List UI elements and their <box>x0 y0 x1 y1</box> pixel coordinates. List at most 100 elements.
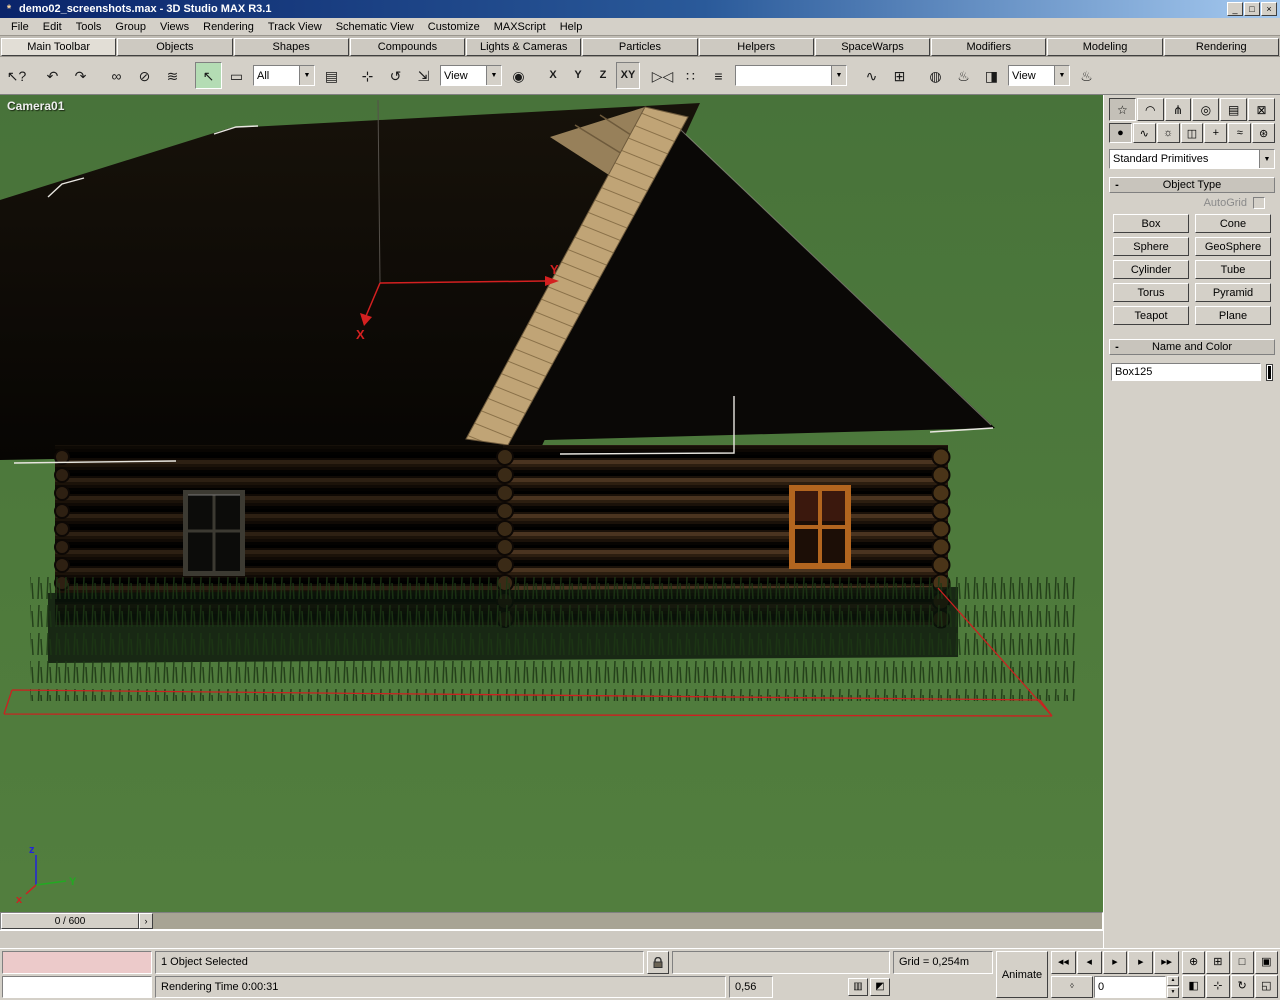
restrict-y-button[interactable]: Y <box>566 62 590 89</box>
align-icon[interactable]: ≡ <box>705 62 732 89</box>
menu-item-maxscript[interactable]: MAXScript <box>487 20 553 34</box>
select-and-move-icon[interactable]: ⊹ <box>354 62 381 89</box>
time-slider-track[interactable] <box>153 913 1102 929</box>
tab-particles[interactable]: Particles <box>582 38 697 56</box>
material-editor-icon[interactable]: ◍ <box>922 62 949 89</box>
menu-item-tools[interactable]: Tools <box>69 20 109 34</box>
time-slider-handle[interactable]: 0 / 600 <box>1 913 139 929</box>
render-view-dropdown[interactable]: View▼ <box>1008 65 1070 86</box>
lights-category-icon[interactable]: ☼ <box>1157 123 1180 143</box>
systems-category-icon[interactable]: ⊛ <box>1252 123 1275 143</box>
dropdown-arrow-icon[interactable]: ▼ <box>831 66 846 85</box>
viewport-label[interactable]: Camera01 <box>7 99 64 113</box>
selection-lock-button[interactable] <box>647 951 669 974</box>
object-name-input[interactable] <box>1111 363 1261 381</box>
degradation-override-toggle[interactable]: ◩ <box>870 978 890 996</box>
primitive-button-teapot[interactable]: Teapot <box>1113 306 1189 325</box>
close-button[interactable]: × <box>1261 2 1277 16</box>
array-icon[interactable]: ∷ <box>677 62 704 89</box>
next-frame-button[interactable]: ▶ <box>1128 951 1153 974</box>
play-button[interactable]: ▶ <box>1103 951 1128 974</box>
display-tab-icon[interactable]: ▤ <box>1220 98 1247 121</box>
tab-modeling[interactable]: Modeling <box>1047 38 1162 56</box>
mini-listener-script-line[interactable] <box>2 976 152 999</box>
menu-item-help[interactable]: Help <box>553 20 590 34</box>
primitive-button-plane[interactable]: Plane <box>1195 306 1271 325</box>
menu-item-edit[interactable]: Edit <box>36 20 69 34</box>
spinner-up-icon[interactable]: ▲ <box>1167 976 1179 987</box>
dropdown-arrow-icon[interactable]: ▼ <box>486 66 501 85</box>
schematic-view-icon[interactable]: ⊞ <box>886 62 913 89</box>
key-mode-toggle[interactable]: ◊ <box>1051 976 1093 999</box>
frame-spinner[interactable]: ▲ ▼ <box>1167 976 1179 999</box>
cameras-category-icon[interactable]: ◫ <box>1181 123 1204 143</box>
help-mode-icon[interactable]: ↖? <box>3 62 30 89</box>
primitive-button-box[interactable]: Box <box>1113 214 1189 233</box>
zoom-extents-button[interactable]: □ <box>1231 951 1254 974</box>
dropdown-arrow-icon[interactable]: ▼ <box>299 66 314 85</box>
primitive-button-cylinder[interactable]: Cylinder <box>1113 260 1189 279</box>
render-last-icon[interactable]: ♨ <box>1073 62 1100 89</box>
mirror-icon[interactable]: ▷◁ <box>649 62 676 89</box>
tab-modifiers[interactable]: Modifiers <box>931 38 1046 56</box>
bind-to-space-warp-icon[interactable]: ≋ <box>159 62 186 89</box>
title-bar[interactable]: * demo02_screenshots.max - 3D Studio MAX… <box>0 0 1280 18</box>
tab-lights-cameras[interactable]: Lights & Cameras <box>466 38 581 56</box>
utilities-tab-icon[interactable]: ⊠ <box>1248 98 1275 121</box>
space-warps-category-icon[interactable]: ≈ <box>1228 123 1251 143</box>
animate-button[interactable]: Animate <box>996 951 1048 998</box>
tab-shapes[interactable]: Shapes <box>234 38 349 56</box>
select-object-icon[interactable]: ↖ <box>195 62 222 89</box>
create-tab-icon[interactable]: ☆ <box>1109 98 1136 121</box>
go-to-start-button[interactable]: ◀◀ <box>1051 951 1076 974</box>
undo-icon[interactable]: ↶ <box>39 62 66 89</box>
unlink-selection-icon[interactable]: ⊘ <box>131 62 158 89</box>
arc-rotate-button[interactable]: ↻ <box>1231 975 1254 998</box>
select-and-scale-icon[interactable]: ⇲ <box>410 62 437 89</box>
select-and-link-icon[interactable]: ∞ <box>103 62 130 89</box>
primitive-button-cone[interactable]: Cone <box>1195 214 1271 233</box>
menu-item-track-view[interactable]: Track View <box>261 20 329 34</box>
menu-item-file[interactable]: File <box>4 20 36 34</box>
selection-filter-dropdown[interactable]: All▼ <box>253 65 315 86</box>
menu-item-group[interactable]: Group <box>108 20 153 34</box>
autogrid-checkbox[interactable] <box>1253 197 1265 209</box>
restrict-xy-plane-button[interactable]: XY <box>616 62 640 89</box>
mini-listener-macro-line[interactable] <box>2 951 152 974</box>
render-type-icon[interactable]: ◨ <box>978 62 1005 89</box>
maxscript-mini-listener[interactable] <box>2 951 152 998</box>
maximize-button[interactable]: □ <box>1244 2 1260 16</box>
time-slider[interactable]: 0 / 600 › <box>0 912 1103 930</box>
primitives-category-dropdown[interactable]: Standard Primitives ▼ <box>1109 149 1275 169</box>
crossing-selection-toggle[interactable]: ▥ <box>848 978 868 996</box>
rectangular-selection-icon[interactable]: ▭ <box>223 62 250 89</box>
tab-helpers[interactable]: Helpers <box>699 38 814 56</box>
zoom-all-button[interactable]: ⊞ <box>1206 951 1229 974</box>
restrict-z-button[interactable]: Z <box>591 62 615 89</box>
track-view-icon[interactable]: ∿ <box>858 62 885 89</box>
shapes-category-icon[interactable]: ∿ <box>1133 123 1156 143</box>
pan-button[interactable]: ⊹ <box>1206 975 1229 998</box>
primitive-button-tube[interactable]: Tube <box>1195 260 1271 279</box>
primitive-button-geosphere[interactable]: GeoSphere <box>1195 237 1271 256</box>
time-slider-next-button[interactable]: › <box>139 913 153 929</box>
primitive-button-torus[interactable]: Torus <box>1113 283 1189 302</box>
menu-item-customize[interactable]: Customize <box>421 20 487 34</box>
coordinate-display[interactable] <box>672 951 890 974</box>
go-to-end-button[interactable]: ▶▶ <box>1154 951 1179 974</box>
geometry-category-icon[interactable]: ● <box>1109 123 1132 143</box>
camera-viewport[interactable]: Y X z Y x Camera01 <box>0 95 1103 912</box>
previous-frame-button[interactable]: ◀ <box>1077 951 1102 974</box>
restrict-x-button[interactable]: X <box>541 62 565 89</box>
tab-spacewarps[interactable]: SpaceWarps <box>815 38 930 56</box>
menu-item-views[interactable]: Views <box>153 20 196 34</box>
tab-compounds[interactable]: Compounds <box>350 38 465 56</box>
tab-main-toolbar[interactable]: Main Toolbar <box>1 38 116 56</box>
reference-coordinate-dropdown[interactable]: View▼ <box>440 65 502 86</box>
object-color-swatch[interactable] <box>1266 364 1273 381</box>
dropdown-arrow-icon[interactable]: ▼ <box>1259 150 1274 168</box>
spinner-down-icon[interactable]: ▼ <box>1167 987 1179 998</box>
tab-rendering[interactable]: Rendering <box>1164 38 1279 56</box>
select-and-rotate-icon[interactable]: ↺ <box>382 62 409 89</box>
current-frame-field[interactable] <box>1094 976 1166 999</box>
